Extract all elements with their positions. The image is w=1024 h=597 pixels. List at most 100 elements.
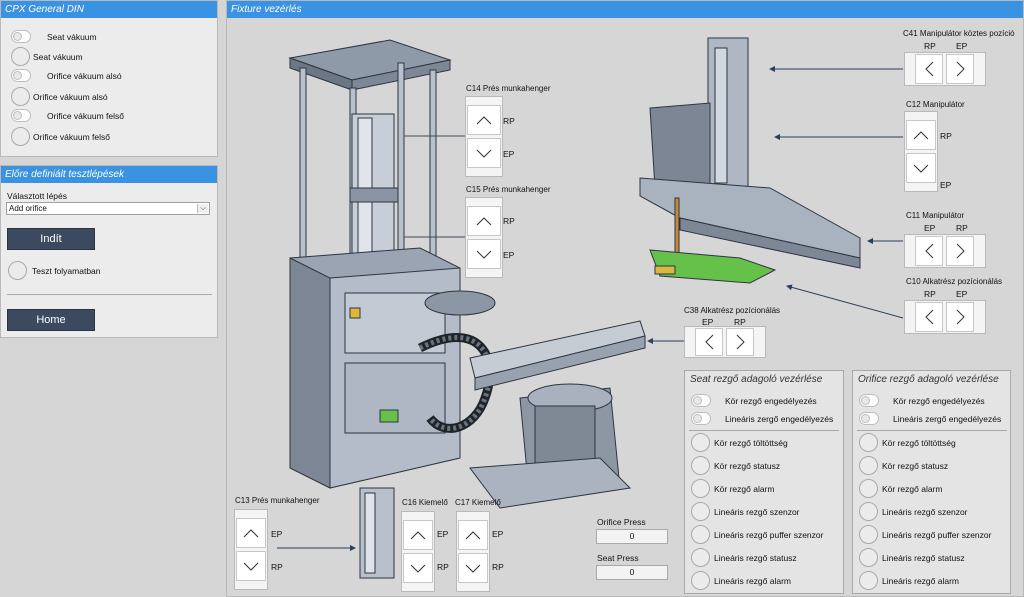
c17-label-ep: EP — [492, 529, 504, 539]
orifice-linear-enable-toggle[interactable] — [859, 412, 879, 425]
c12-up-button[interactable] — [906, 120, 936, 150]
seat-led-6-label: Lineáris rezgő alarm — [714, 576, 792, 586]
c17-up-button[interactable] — [458, 520, 488, 550]
chevron-down-icon — [465, 564, 481, 573]
orifice-led-4-label: Lineáris rezgő puffer szenzor — [882, 530, 992, 540]
seat-led-0 — [691, 433, 710, 452]
chevron-up-icon — [476, 115, 492, 124]
orifice-linear-enable-label: Lineáris zergő engedélyezés — [893, 414, 1002, 424]
c14-up-button[interactable] — [467, 105, 501, 135]
c14-label-rp: RP — [503, 116, 515, 126]
c41-right-button[interactable] — [946, 54, 974, 84]
orifice-led-5-label: Lineáris rezgő statusz — [882, 553, 965, 563]
seat-vacuum-toggle[interactable] — [11, 30, 31, 43]
c15-down-button[interactable] — [467, 239, 501, 269]
c14-down-button[interactable] — [467, 138, 501, 168]
c11-title: C11 Manipulátor — [906, 211, 965, 220]
orifice-led-1 — [859, 456, 878, 475]
orifice-vacuum-lower-toggle-label: Orifice vákuum alsó — [47, 71, 122, 81]
c15-label-ep: EP — [503, 250, 515, 260]
seat-linear-enable-toggle[interactable] — [691, 412, 711, 425]
c41-title: C41 Manipulátor köztes pozíció — [903, 29, 1015, 38]
chevron-up-icon — [465, 530, 481, 539]
fixture-title: Fixture vezérlés — [227, 1, 1023, 18]
chevron-up-icon — [243, 528, 259, 537]
c12-control — [904, 111, 938, 192]
orifice-feeder-group: Orifice rezgő adagoló vezérlése Kör rezg… — [852, 370, 1011, 594]
chevron-left-icon — [924, 309, 933, 325]
c15-label-rp: RP — [503, 216, 515, 226]
start-button[interactable]: Indít — [7, 228, 95, 250]
c17-control — [456, 511, 490, 592]
orifice-ring-enable-toggle[interactable] — [859, 394, 879, 407]
c16-label-rp: RP — [437, 562, 449, 572]
c14-title: C14 Prés munkahenger — [466, 84, 551, 93]
c16-up-button[interactable] — [403, 520, 433, 550]
orifice-ring-enable-label: Kör rezgő engedélyezés — [893, 396, 985, 406]
orifice-led-4 — [859, 525, 878, 544]
orifice-vacuum-upper-led-label: Orifice vákuum felső — [33, 132, 110, 142]
tests-title: Előre definiált tesztlépések — [1, 166, 217, 183]
seat-vacuum-led — [11, 47, 30, 66]
orifice-led-0 — [859, 433, 878, 452]
divider — [857, 430, 1007, 431]
tests-panel: Előre definiált tesztlépések Választott … — [0, 165, 218, 338]
c16-down-button[interactable] — [403, 553, 433, 583]
c11-right-button[interactable] — [946, 236, 974, 266]
c38-left-button[interactable] — [695, 328, 723, 356]
c15-up-button[interactable] — [467, 206, 501, 236]
c16-label-ep: EP — [437, 529, 449, 539]
seat-press-value: 0 — [596, 565, 668, 580]
selected-step-label: Választott lépés — [7, 191, 68, 201]
c13-up-button[interactable] — [236, 518, 266, 548]
chevron-up-icon — [476, 216, 492, 225]
chevron-down-icon — [410, 564, 426, 573]
seat-linear-enable-label: Lineáris zergő engedélyezés — [725, 414, 834, 424]
orifice-vacuum-upper-led — [11, 127, 30, 146]
chevron-left-icon — [924, 61, 933, 77]
c10-right-button[interactable] — [946, 302, 974, 332]
c41-left-button[interactable] — [915, 54, 943, 84]
c13-down-button[interactable] — [236, 551, 266, 581]
chevron-down-icon[interactable]: ⌵ — [197, 204, 208, 213]
seat-led-4 — [691, 525, 710, 544]
seat-led-4-label: Lineáris rezgő puffer szenzor — [714, 530, 824, 540]
seat-ring-enable-label: Kör rezgő engedélyezés — [725, 396, 817, 406]
chevron-right-icon — [956, 309, 965, 325]
home-button[interactable]: Home — [7, 309, 95, 331]
c11-label-right: RP — [956, 223, 968, 233]
orifice-vacuum-lower-toggle[interactable] — [11, 69, 31, 82]
chevron-down-icon — [476, 250, 492, 259]
c15-title: C15 Prés munkahenger — [466, 185, 551, 194]
c10-control — [904, 300, 986, 334]
selected-step-select[interactable]: Add orifice ⌵ — [6, 202, 210, 215]
c10-left-button[interactable] — [915, 302, 943, 332]
seat-led-1 — [691, 456, 710, 475]
orifice-feeder-title: Orifice rezgő adagoló vezérlése — [858, 374, 999, 385]
c13-control — [234, 509, 268, 590]
cpx-panel: CPX General DIN Seat vákuum Seat vákuum … — [0, 0, 218, 157]
chevron-up-icon — [913, 130, 929, 139]
c10-label-left: RP — [924, 289, 936, 299]
c11-left-button[interactable] — [915, 236, 943, 266]
c38-title: C38 Alkatrész pozícionálás — [684, 306, 781, 315]
chevron-right-icon — [736, 334, 745, 350]
seat-ring-enable-toggle[interactable] — [691, 394, 711, 407]
seat-vacuum-toggle-label: Seat vákuum — [47, 32, 97, 42]
chevron-right-icon — [956, 243, 965, 259]
chevron-up-icon — [410, 530, 426, 539]
c16-title: C16 Kiemelő — [402, 498, 448, 507]
orifice-vacuum-lower-led — [11, 87, 30, 106]
c38-right-button[interactable] — [726, 328, 754, 356]
c16-control — [401, 511, 435, 592]
seat-vacuum-led-label: Seat vákuum — [33, 52, 83, 62]
seat-feeder-title: Seat rezgő adagoló vezérlése — [690, 374, 823, 385]
c12-down-button[interactable] — [906, 153, 936, 183]
orifice-led-5 — [859, 548, 878, 567]
cpx-title: CPX General DIN — [1, 1, 217, 18]
orifice-vacuum-upper-toggle[interactable] — [11, 109, 31, 122]
c10-label-right: EP — [956, 289, 968, 299]
orifice-press-label: Orifice Press — [597, 517, 646, 527]
orifice-led-3 — [859, 502, 878, 521]
c17-down-button[interactable] — [458, 553, 488, 583]
